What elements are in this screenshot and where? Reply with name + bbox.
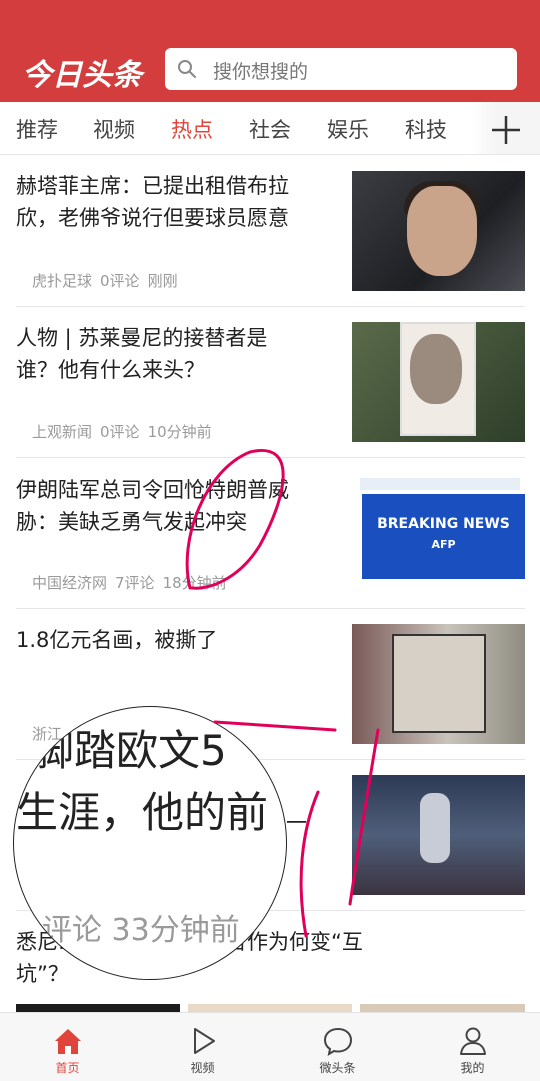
nav-profile-label: 我的 [460,1061,485,1075]
article-title-line: 人物 | 苏莱曼尼的接替者是 [16,326,268,350]
divider [16,306,525,307]
nav-profile[interactable]: 我的 [405,1013,540,1081]
nav-home-label: 首页 [55,1061,80,1075]
article-comments: 7评论 [115,574,155,592]
person-icon [460,1027,486,1055]
tweet-header [360,478,520,490]
article-thumbnail [352,322,525,442]
magnified-text-line: 生涯，他的前 [16,788,269,837]
thumbnail-face [407,186,477,276]
bottom-navigation: 首页 视频 微头条 我的 [0,1012,540,1081]
nav-micro-headline[interactable]: 微头条 [270,1013,405,1081]
article-meta: 中国经济网 7评论 18分钟前 [32,572,235,593]
magnified-meta: 评论 33分钟前 [42,913,240,948]
article-meta: 虎扑足球 0评论 刚刚 [32,270,186,291]
thumbnail-painting [392,634,486,733]
list-item[interactable]: 赫塔菲主席：已提出租借布拉 欣，老佛爷说行但要球员愿意 虎扑足球 0评论 刚刚 [16,170,525,292]
breaking-news-text: BREAKING NEWS [377,516,510,532]
article-title-line: 胁：美缺乏勇气发起冲突 [16,510,247,534]
thumbnail-portrait [410,334,462,404]
article-title-line: 伊朗陆军总司令回怆特朗普威 [16,478,289,502]
search-input[interactable]: 搜你想搜的 [165,48,517,90]
article-meta: 上观新闻 0评论 10分钟前 [32,421,220,442]
article-time: 18分钟前 [162,574,227,592]
article-comments: 0评论 [100,423,140,441]
list-item[interactable]: 人物 | 苏莱曼尼的接替者是 谁？他有什么来头？ 上观新闻 0评论 10分钟前 [16,322,525,444]
article-thumbnail [352,171,525,291]
divider [16,457,525,458]
article-title-line: 一 [286,811,307,835]
search-placeholder: 搜你想搜的 [213,61,309,83]
article-source: 虎扑足球 [32,272,93,290]
article-time: 刚刚 [147,272,178,290]
app-logo: 今日头条 [22,58,142,93]
article-source: 中国经济网 [32,574,108,592]
nav-micro-headline-label: 微头条 [319,1061,356,1075]
tab-society[interactable]: 社会 [249,114,291,144]
article-thumbnail [352,624,525,744]
add-channel-icon[interactable] [486,110,526,148]
article-title-line: 欣，老佛爷说行但要球员愿意 [16,206,289,230]
thumbnail-player [420,793,450,863]
breaking-news-graphic: BREAKING NEWS AFP [362,494,525,579]
article-title-line: 谁？他有什么来头？ [16,358,205,382]
article-title-line: 赫塔菲主席：已提出租借布拉 [16,174,289,198]
chat-bubble-icon [323,1027,353,1057]
magnifier-overlay: 脚踏欧文5 生涯，他的前 评论 33分钟前 [13,706,287,980]
category-tabs: 推荐 视频 热点 社会 娱乐 科技 [0,102,540,155]
article-source: 上观新闻 [32,423,93,441]
tab-tech[interactable]: 科技 [405,114,447,144]
tab-entertainment[interactable]: 娱乐 [327,114,369,144]
article-time: 10分钟前 [147,423,212,441]
nav-home[interactable]: 首页 [0,1013,135,1081]
play-icon [194,1028,215,1054]
tab-video[interactable]: 视频 [93,114,135,144]
divider [16,608,525,609]
article-thumbnail: BREAKING NEWS AFP [352,474,525,594]
list-item[interactable]: 伊朗陆军总司令回怆特朗普威 胁：美缺乏勇气发起冲突 中国经济网 7评论 18分钟前 … [16,474,525,596]
nav-video[interactable]: 视频 [135,1013,270,1081]
agency-label: AFP [431,538,456,551]
nav-video-label: 视频 [190,1061,215,1075]
magnified-text-line: 脚踏欧文5 [32,726,227,775]
tab-hot[interactable]: 热点 [171,114,213,144]
article-title-line: 1.8亿元名画，被撕了 [16,628,218,652]
home-icon [55,1029,81,1054]
search-icon [178,60,196,78]
app-header: 今日头条 搜你想搜的 [0,0,540,102]
article-thumbnail [352,775,525,895]
article-comments: 0评论 [100,272,140,290]
tab-recommend[interactable]: 推荐 [16,114,58,144]
